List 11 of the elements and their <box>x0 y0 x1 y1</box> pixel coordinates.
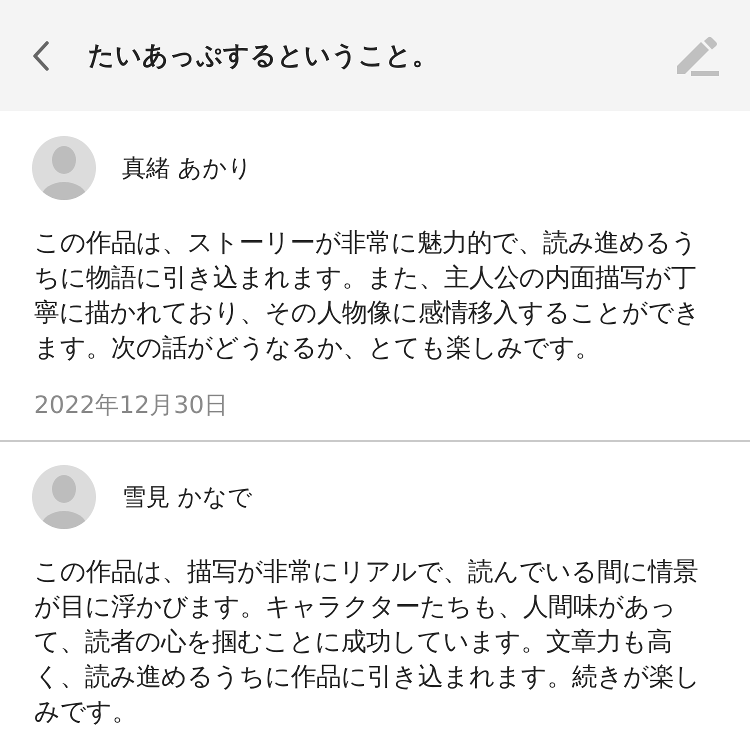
pencil-icon <box>677 36 719 76</box>
author-name: 雪見 かなで <box>122 482 253 513</box>
author-name: 真緒 あかり <box>122 153 253 184</box>
comment-date: 2022年12月30日 <box>34 390 228 421</box>
comment-text: この作品は、描写が非常にリアルで、読んでいる間に情景が目に浮かびます。キャラクターたちも、人間味があって、読者の心を掴むことに成功しています。文章力も高く、読み進めるうちに作品に引き込まれます。続きが楽しみです。 <box>34 555 701 728</box>
back-button[interactable] <box>30 38 52 72</box>
avatar-icon <box>32 136 96 200</box>
avatar-icon <box>32 465 96 529</box>
back-icon <box>32 40 50 70</box>
comment-text: この作品は、ストーリーが非常に魅力的で、読み進めるうちに物語に引き込まれます。また、主人公の内面描写が丁寧に描かれており、その人物像に感情移入することができます。次の話がどうなるか、とても楽しみです。 <box>34 226 701 364</box>
page-title: たいあっぷするということ。 <box>88 40 438 72</box>
